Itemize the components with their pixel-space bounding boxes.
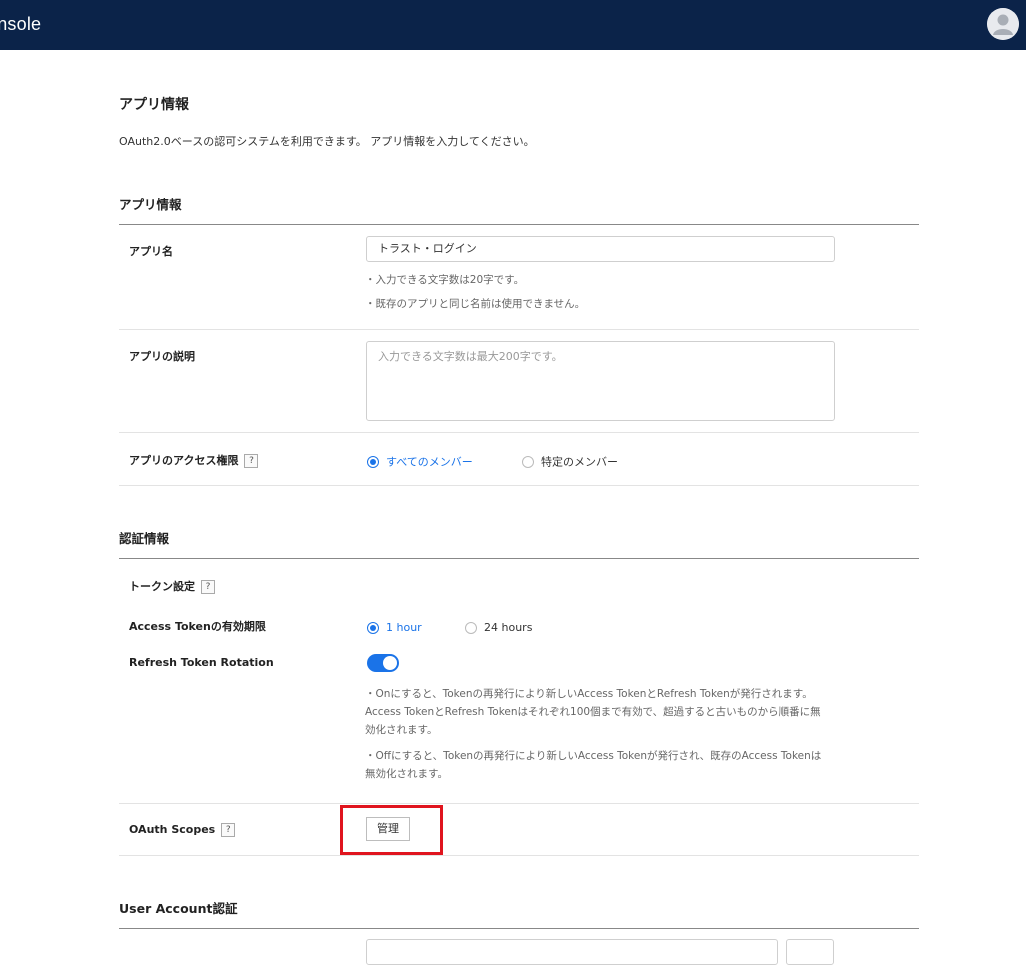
radio-label: 特定のメンバー bbox=[541, 455, 618, 469]
page-title: アプリ情報 bbox=[119, 97, 189, 113]
app-name-input[interactable]: トラスト・ログイン bbox=[366, 236, 835, 262]
page-description: OAuth2.0ベースの認可システムを利用できます。 アプリ情報を入力してくださ… bbox=[119, 135, 535, 148]
app-name-label: アプリ名 bbox=[129, 245, 173, 258]
row-divider bbox=[119, 485, 919, 486]
top-bar: onsole bbox=[0, 0, 1026, 50]
section-divider bbox=[119, 224, 919, 225]
token-settings-label: トークン設定? bbox=[129, 578, 215, 594]
app-description-label: アプリの説明 bbox=[129, 350, 195, 363]
radio-all-members[interactable]: すべてのメンバー bbox=[367, 451, 473, 470]
radio-selected-icon bbox=[367, 621, 379, 634]
refresh-rotation-toggle[interactable] bbox=[367, 654, 399, 672]
row-divider bbox=[119, 855, 919, 856]
user-account-button[interactable] bbox=[786, 939, 834, 965]
app-name-note-2: ・既存のアプリと同じ名前は使用できません。 bbox=[365, 298, 586, 310]
help-icon[interactable]: ? bbox=[221, 823, 236, 837]
radio-specific-members[interactable]: 特定のメンバー bbox=[522, 451, 618, 470]
row-divider bbox=[119, 803, 919, 804]
section-title-auth-info: 認証情報 bbox=[119, 531, 170, 546]
manage-scopes-button[interactable]: 管理 bbox=[366, 817, 410, 841]
row-divider bbox=[119, 432, 919, 433]
access-token-expiry-label: Access Tokenの有効期限 bbox=[129, 620, 266, 633]
section-title-user-account: User Account認証 bbox=[119, 901, 238, 916]
oauth-scopes-label: OAuth Scopes? bbox=[129, 823, 236, 837]
refresh-rotation-note-1: ・Onにすると、Tokenの再発行により新しいAccess TokenとRefr… bbox=[365, 688, 821, 736]
refresh-rotation-note-2: ・Offにすると、Tokenの再発行により新しいAccess Tokenが発行さ… bbox=[365, 750, 822, 780]
brand-title: onsole bbox=[0, 14, 42, 34]
radio-24-hours[interactable]: 24 hours bbox=[465, 617, 532, 636]
radio-label: 24 hours bbox=[484, 621, 533, 634]
help-icon[interactable]: ? bbox=[244, 454, 259, 468]
radio-unselected-icon bbox=[522, 455, 534, 468]
section-title-app-info: アプリ情報 bbox=[119, 197, 182, 212]
access-permission-label: アプリのアクセス権限? bbox=[129, 452, 259, 468]
user-account-input[interactable] bbox=[366, 939, 778, 965]
section-divider bbox=[119, 558, 919, 559]
section-divider bbox=[119, 928, 919, 929]
app-name-note-1: ・入力できる文字数は20字です。 bbox=[365, 274, 525, 286]
user-avatar-icon[interactable] bbox=[987, 8, 1019, 40]
radio-label: 1 hour bbox=[386, 621, 422, 634]
app-description-textarea[interactable]: 入力できる文字数は最大200字です。 bbox=[366, 341, 835, 421]
refresh-token-rotation-label: Refresh Token Rotation bbox=[129, 656, 274, 669]
radio-1-hour[interactable]: 1 hour bbox=[367, 617, 422, 636]
radio-label: すべてのメンバー bbox=[386, 455, 473, 469]
help-icon[interactable]: ? bbox=[201, 580, 215, 594]
row-divider bbox=[119, 329, 919, 330]
radio-selected-icon bbox=[367, 455, 379, 468]
radio-unselected-icon bbox=[465, 621, 477, 634]
